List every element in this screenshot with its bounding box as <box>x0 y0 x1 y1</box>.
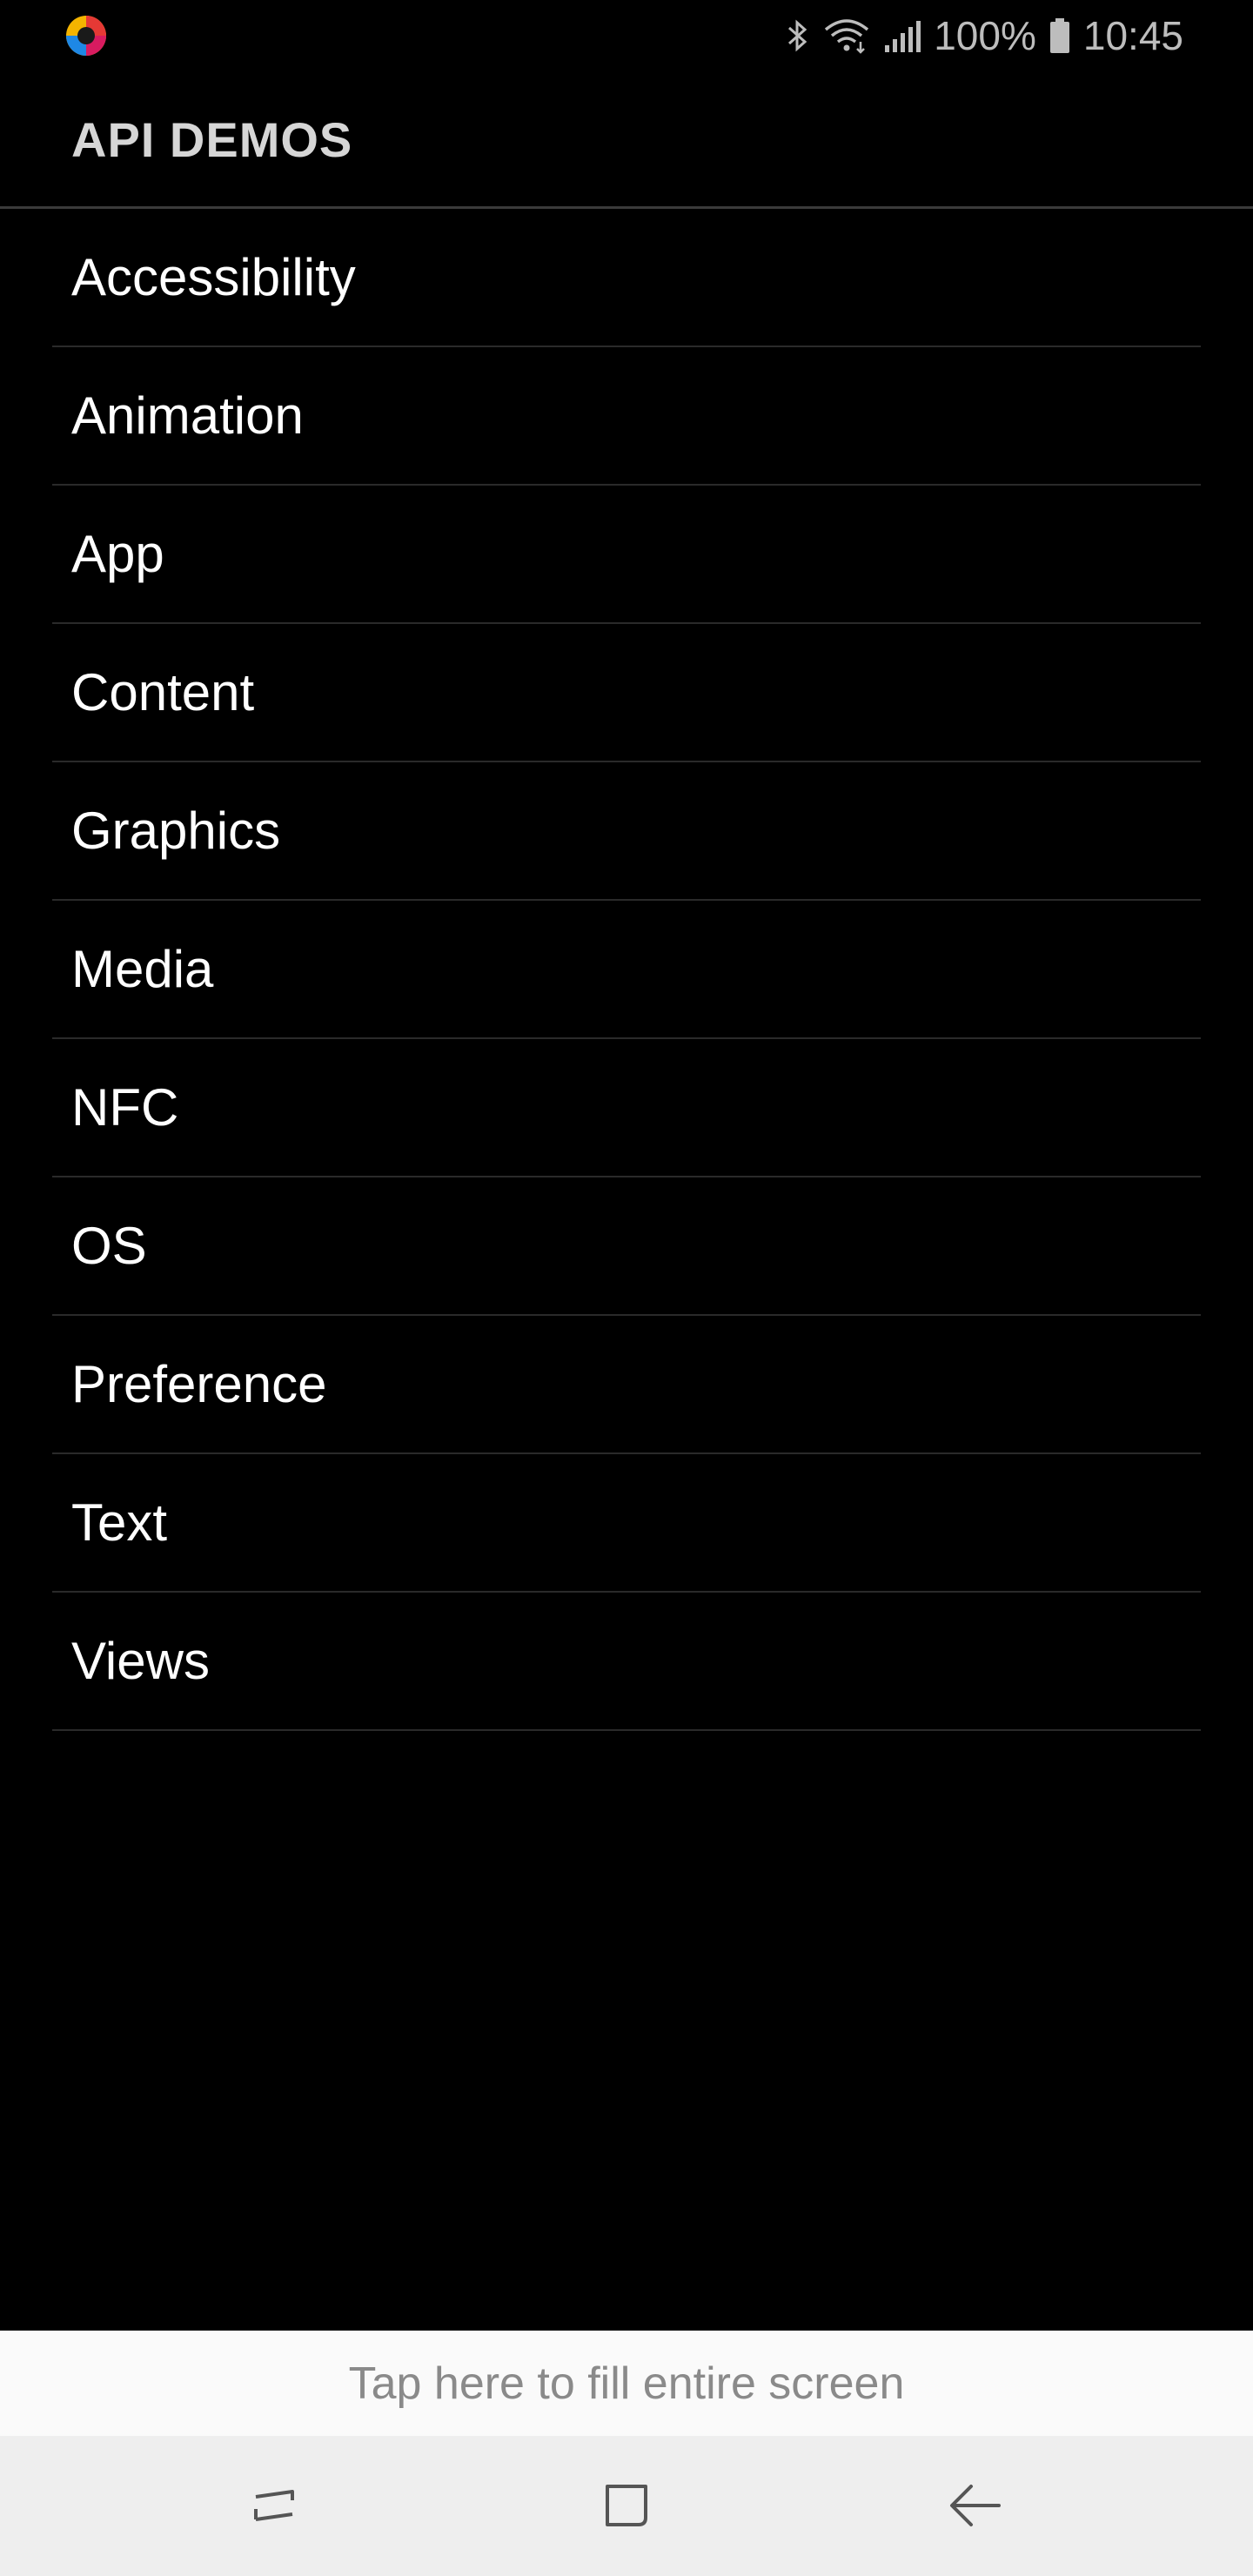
list-item-label: Graphics <box>71 802 281 860</box>
back-icon[interactable] <box>941 2471 1011 2540</box>
navigation-bar <box>0 2436 1253 2576</box>
fill-screen-banner[interactable]: Tap here to fill entire screen <box>0 2331 1253 2436</box>
app-logo-icon <box>66 16 106 56</box>
list-item-label: Animation <box>71 386 304 445</box>
recents-icon[interactable] <box>244 2471 313 2540</box>
page-title: API DEMOS <box>71 112 353 167</box>
list-item-media[interactable]: Media <box>52 901 1201 1039</box>
list-item-content[interactable]: Content <box>52 624 1201 762</box>
status-bar: 100% 10:45 <box>0 0 1253 71</box>
list-item-views[interactable]: Views <box>52 1593 1201 1731</box>
fill-screen-text: Tap here to fill entire screen <box>348 2358 905 2409</box>
list-item-label: Text <box>71 1493 168 1552</box>
list-item-app[interactable]: App <box>52 486 1201 624</box>
list-item-os[interactable]: OS <box>52 1177 1201 1316</box>
list-item-accessibility[interactable]: Accessibility <box>52 209 1201 347</box>
status-time: 10:45 <box>1082 13 1183 58</box>
screen: 100% 10:45 API DEMOS Accessibility Anima… <box>0 0 1253 2576</box>
status-right: 100% 10:45 <box>784 0 1183 71</box>
list-item-label: Media <box>71 940 214 998</box>
home-icon[interactable] <box>592 2471 661 2540</box>
list-item-graphics[interactable]: Graphics <box>52 762 1201 901</box>
battery-icon <box>1049 18 1069 53</box>
title-bar: API DEMOS <box>0 71 1253 209</box>
battery-percent: 100% <box>934 13 1036 58</box>
demo-list: Accessibility Animation App Content Grap… <box>0 209 1253 1731</box>
list-item-label: OS <box>71 1217 147 1275</box>
list-item-label: Accessibility <box>71 248 356 306</box>
wifi-icon <box>825 19 869 54</box>
list-item-label: Views <box>71 1632 210 1690</box>
list-item-text[interactable]: Text <box>52 1454 1201 1593</box>
list-item-label: Content <box>71 663 255 721</box>
signal-icon <box>885 21 921 52</box>
list-item-animation[interactable]: Animation <box>52 347 1201 486</box>
list-item-nfc[interactable]: NFC <box>52 1039 1201 1177</box>
bluetooth-icon <box>788 19 807 52</box>
list-item-label: App <box>71 525 164 583</box>
list-item-label: NFC <box>71 1078 179 1137</box>
list-item-preference[interactable]: Preference <box>52 1316 1201 1454</box>
list-item-label: Preference <box>71 1355 327 1413</box>
